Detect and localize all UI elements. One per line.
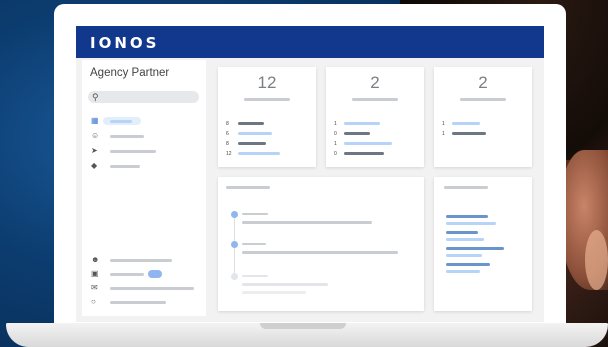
invoice-icon: ▣ [91, 269, 99, 278]
stat-row-value: 8 [226, 141, 229, 147]
laptop-notch [260, 323, 346, 329]
account-name: Agency Partner [90, 67, 170, 79]
links-card [434, 177, 532, 311]
link-item[interactable] [446, 222, 496, 225]
timeline-text [242, 291, 306, 294]
link-item[interactable] [446, 247, 504, 250]
timeline-dot [231, 273, 238, 280]
nav-label [110, 287, 194, 290]
rocket-icon: ➤ [91, 146, 98, 155]
stat-row-bar [238, 132, 272, 135]
tag-icon: ◆ [91, 161, 98, 170]
nav-label [110, 165, 140, 168]
nav-label [110, 259, 172, 262]
search-input[interactable]: ⚲ [88, 91, 199, 103]
status-badge [148, 270, 162, 278]
stat-value: 2 [478, 73, 488, 92]
stat-row-bar [238, 122, 264, 125]
search-icon: ⚲ [92, 92, 99, 102]
stat-row-value: 0 [334, 151, 337, 157]
stat-label [244, 98, 290, 101]
sidebar-item-messages[interactable]: ✉ [86, 282, 202, 294]
stat-row-value: 1 [442, 121, 445, 127]
link-item[interactable] [446, 238, 484, 241]
stat-row-value: 0 [334, 131, 337, 137]
nav-label [110, 301, 166, 304]
sidebar: Agency Partner ⚲ ▦ ☺ ➤ ◆ ☻ ▣ ✉ ○ [82, 60, 206, 316]
card-title [444, 186, 488, 189]
stat-row-bar [238, 152, 280, 155]
stat-row-value: 1 [442, 131, 445, 137]
nav-label [110, 150, 156, 153]
stat-row-bar [344, 132, 370, 135]
nav-label [110, 120, 132, 123]
stat-card[interactable]: 2 1 1 [434, 67, 532, 167]
stat-row-value: 1 [334, 121, 337, 127]
user-icon: ☻ [91, 255, 100, 264]
stat-row-value: 12 [226, 151, 232, 157]
link-item[interactable] [446, 215, 488, 218]
link-item[interactable] [446, 231, 478, 234]
sidebar-item-help[interactable]: ○ [86, 296, 202, 308]
top-bar: IONOS [76, 26, 544, 58]
timeline-date [242, 213, 268, 215]
timeline-text [242, 283, 328, 286]
timeline-dot [231, 241, 238, 248]
nav-label [110, 135, 144, 138]
stat-row-bar [344, 152, 384, 155]
dashboard-icon: ▦ [91, 116, 99, 125]
stat-row-value: 6 [226, 131, 229, 137]
stat-row-bar [344, 142, 392, 145]
sidebar-item-tags[interactable]: ◆ [86, 160, 202, 172]
customers-icon: ☺ [91, 131, 100, 140]
stat-row-bar [238, 142, 266, 145]
stat-value: 12 [257, 73, 277, 92]
stat-row-value: 1 [334, 141, 337, 147]
card-title [226, 186, 270, 189]
stat-row-bar [344, 122, 380, 125]
timeline-dot [231, 211, 238, 218]
link-item[interactable] [446, 254, 482, 257]
laptop-screen: IONOS Agency Partner ⚲ ▦ ☺ ➤ ◆ ☻ ▣ ✉ ○ 1… [76, 26, 544, 322]
sidebar-item-customers[interactable]: ☺ [86, 130, 202, 142]
nav-label [110, 273, 144, 276]
stat-label [460, 98, 506, 101]
timeline-date [242, 275, 268, 277]
link-item[interactable] [446, 263, 490, 266]
stat-value: 2 [370, 73, 380, 92]
background-ear [585, 230, 608, 290]
chat-icon: ✉ [91, 283, 98, 292]
activity-card [218, 177, 424, 311]
ionos-logo[interactable]: IONOS [90, 34, 159, 52]
link-item[interactable] [446, 270, 480, 273]
help-icon: ○ [91, 297, 96, 306]
sidebar-item-profile[interactable]: ☻ [86, 254, 202, 266]
sidebar-item-projects[interactable]: ➤ [86, 145, 202, 157]
stat-row-value: 8 [226, 121, 229, 127]
stat-card[interactable]: 12 8 6 8 12 [218, 67, 316, 167]
timeline-text [242, 221, 372, 224]
timeline-date [242, 243, 266, 245]
sidebar-item-billing[interactable]: ▣ [86, 268, 202, 280]
sidebar-item-dashboard[interactable]: ▦ [86, 115, 202, 127]
stat-card[interactable]: 2 1 0 1 0 [326, 67, 424, 167]
stat-row-bar [452, 122, 480, 125]
stat-row-bar [452, 132, 486, 135]
stat-label [352, 98, 398, 101]
timeline-text [242, 251, 398, 254]
